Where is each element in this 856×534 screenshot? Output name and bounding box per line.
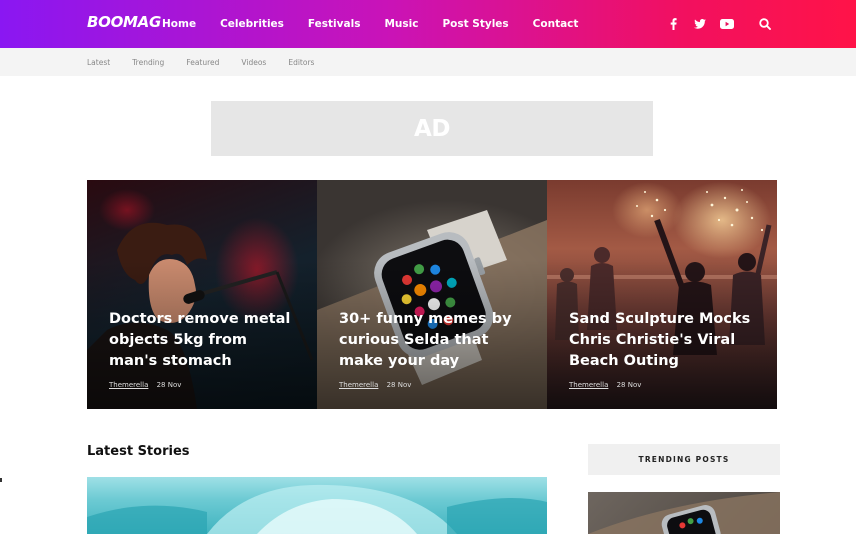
card-overlay [317, 180, 547, 409]
sub-navbar: Latest Trending Featured Videos Editors [0, 48, 856, 76]
trending-post-image[interactable] [588, 492, 780, 534]
latest-stories-heading: Latest Stories [87, 444, 190, 459]
card-meta: Themerella 28 Nov [339, 381, 411, 389]
social-links [655, 0, 774, 48]
youtube-icon[interactable] [718, 15, 736, 33]
featured-card-1[interactable]: Doctors remove metal objects 5kg from ma… [87, 180, 317, 409]
facebook-icon[interactable] [664, 15, 682, 33]
nav-home[interactable]: Home [162, 18, 196, 30]
featured-posts: Doctors remove metal objects 5kg from ma… [87, 180, 777, 409]
ad-label: AD [414, 115, 450, 142]
subnav-videos[interactable]: Videos [241, 58, 266, 67]
top-navbar: BOOMAG Home Celebrities Festivals Music … [0, 0, 856, 48]
card-title[interactable]: Doctors remove metal objects 5kg from ma… [109, 309, 299, 372]
nav-music[interactable]: Music [384, 18, 418, 30]
site-logo[interactable]: BOOMAG [87, 13, 161, 31]
card-author[interactable]: Themerella [569, 381, 608, 389]
subnav-featured[interactable]: Featured [186, 58, 219, 67]
card-overlay [87, 180, 317, 409]
card-date: 28 Nov [386, 381, 412, 389]
twitter-icon[interactable] [691, 15, 709, 33]
subnav-editors[interactable]: Editors [288, 58, 314, 67]
featured-card-3[interactable]: Sand Sculpture Mocks Chris Christie's Vi… [547, 180, 777, 409]
nav-festivals[interactable]: Festivals [308, 18, 361, 30]
sub-nav: Latest Trending Featured Videos Editors [87, 48, 336, 76]
card-author[interactable]: Themerella [109, 381, 148, 389]
featured-card-2[interactable]: 30+ funny memes by curious Selda that ma… [317, 180, 547, 409]
card-title[interactable]: Sand Sculpture Mocks Chris Christie's Vi… [569, 309, 759, 372]
trending-title: TRENDING POSTS [638, 455, 730, 464]
card-title[interactable]: 30+ funny memes by curious Selda that ma… [339, 309, 529, 372]
card-date: 28 Nov [616, 381, 642, 389]
search-icon[interactable] [756, 15, 774, 33]
subnav-latest[interactable]: Latest [87, 58, 110, 67]
ad-banner[interactable]: AD [211, 101, 653, 156]
wave-image[interactable] [87, 477, 547, 534]
card-author[interactable]: Themerella [339, 381, 378, 389]
subnav-trending[interactable]: Trending [132, 58, 164, 67]
nav-contact[interactable]: Contact [533, 18, 579, 30]
card-meta: Themerella 28 Nov [569, 381, 641, 389]
main-nav: Home Celebrities Festivals Music Post St… [162, 0, 602, 48]
card-meta: Themerella 28 Nov [109, 381, 181, 389]
nav-celebrities[interactable]: Celebrities [220, 18, 284, 30]
nav-post-styles[interactable]: Post Styles [442, 18, 508, 30]
trending-posts-heading: TRENDING POSTS [588, 444, 780, 475]
card-date: 28 Nov [156, 381, 182, 389]
edge-mark [0, 478, 2, 482]
card-overlay [547, 180, 777, 409]
